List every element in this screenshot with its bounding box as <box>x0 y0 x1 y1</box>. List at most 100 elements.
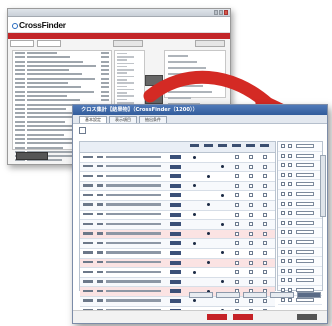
checkbox[interactable] <box>263 270 267 275</box>
option-row[interactable] <box>278 257 322 267</box>
option-row[interactable] <box>278 267 322 277</box>
option-row[interactable] <box>278 142 322 152</box>
checkbox[interactable] <box>288 163 292 168</box>
selected-radio-icon[interactable] <box>207 203 210 207</box>
header-button[interactable] <box>190 143 199 147</box>
dropdown[interactable] <box>296 230 314 235</box>
checkbox[interactable] <box>249 279 253 284</box>
checkbox[interactable] <box>235 260 239 265</box>
option-row[interactable] <box>278 180 322 190</box>
selected-radio-icon[interactable] <box>207 232 210 236</box>
checkbox[interactable] <box>235 164 239 169</box>
header-button[interactable] <box>218 143 227 147</box>
checkbox[interactable] <box>281 259 285 264</box>
checkbox[interactable] <box>288 249 292 254</box>
checkbox[interactable] <box>249 222 253 227</box>
checkbox[interactable] <box>281 220 285 225</box>
checkbox[interactable] <box>263 155 267 159</box>
option-row[interactable] <box>278 152 322 162</box>
selected-radio-icon[interactable] <box>193 299 196 303</box>
row-button[interactable] <box>170 164 181 169</box>
checkbox[interactable] <box>249 250 253 255</box>
checkbox[interactable] <box>235 250 239 255</box>
row-button[interactable] <box>170 155 181 159</box>
checkbox[interactable] <box>281 268 285 273</box>
checkbox[interactable] <box>263 279 267 284</box>
checkbox[interactable] <box>263 174 267 179</box>
selected-radio-icon[interactable] <box>193 155 196 159</box>
tab-display-items[interactable]: 表示項目 <box>109 116 137 123</box>
checkbox[interactable] <box>281 191 285 196</box>
row-button[interactable] <box>170 270 181 275</box>
checkbox[interactable] <box>235 222 239 227</box>
option-row[interactable] <box>278 200 322 210</box>
checkbox[interactable] <box>235 231 239 236</box>
dropdown[interactable] <box>296 172 314 177</box>
checkbox[interactable] <box>249 193 253 198</box>
option-row[interactable] <box>278 209 322 219</box>
apply-button[interactable] <box>233 314 253 320</box>
footer-button[interactable] <box>270 292 294 298</box>
checkbox[interactable] <box>249 155 253 159</box>
checkbox[interactable] <box>235 193 239 198</box>
selected-radio-icon[interactable] <box>221 193 224 197</box>
checkbox[interactable] <box>288 278 292 283</box>
tab-filter-conditions[interactable]: 抽出条件 <box>139 116 167 123</box>
selected-radio-icon[interactable] <box>221 251 224 255</box>
checkbox[interactable] <box>281 278 285 283</box>
header-button[interactable] <box>260 143 269 147</box>
row-button[interactable] <box>170 212 181 217</box>
option-row[interactable] <box>278 161 322 171</box>
selected-radio-icon[interactable] <box>221 165 224 169</box>
checkbox[interactable] <box>249 202 253 207</box>
selected-radio-icon[interactable] <box>193 184 196 188</box>
dropdown[interactable] <box>296 259 314 264</box>
table-row[interactable] <box>80 200 275 211</box>
row-button[interactable] <box>170 222 181 227</box>
option-row[interactable] <box>278 190 322 200</box>
selected-radio-icon[interactable] <box>221 222 224 226</box>
checkbox[interactable] <box>263 193 267 198</box>
checkbox[interactable] <box>249 270 253 275</box>
header-button[interactable] <box>204 143 213 147</box>
selected-radio-icon[interactable] <box>193 241 196 245</box>
checkbox[interactable] <box>288 153 292 158</box>
checkbox[interactable] <box>281 230 285 235</box>
tab-basic-settings[interactable]: 基本設定 <box>79 116 107 123</box>
checkbox[interactable] <box>281 144 285 148</box>
checkbox[interactable] <box>288 268 292 273</box>
checkbox[interactable] <box>263 212 267 217</box>
ok-button[interactable] <box>207 314 227 320</box>
row-button[interactable] <box>170 241 181 246</box>
selected-radio-icon[interactable] <box>221 280 224 284</box>
dropdown[interactable] <box>296 268 314 273</box>
table-row[interactable] <box>80 153 275 163</box>
checkbox[interactable] <box>249 164 253 169</box>
close-button[interactable] <box>297 314 317 320</box>
row-button[interactable] <box>170 174 181 179</box>
checkbox[interactable] <box>281 153 285 158</box>
checkbox[interactable] <box>288 201 292 206</box>
row-button[interactable] <box>170 202 181 207</box>
checkbox[interactable] <box>288 239 292 244</box>
table-row[interactable] <box>80 229 275 240</box>
dropdown[interactable] <box>296 220 314 225</box>
header-button[interactable] <box>246 143 255 147</box>
checkbox[interactable] <box>288 259 292 264</box>
selected-radio-icon[interactable] <box>207 174 210 178</box>
checkbox[interactable] <box>281 239 285 244</box>
dropdown[interactable] <box>296 182 314 187</box>
option-row[interactable] <box>278 219 322 229</box>
checkbox[interactable] <box>235 298 239 303</box>
table-row[interactable] <box>80 268 275 278</box>
checkbox[interactable] <box>263 164 267 169</box>
table-row[interactable] <box>80 181 275 192</box>
selected-radio-icon[interactable] <box>207 261 210 265</box>
footer-button[interactable] <box>216 292 240 298</box>
checkbox[interactable] <box>288 230 292 235</box>
checkbox[interactable] <box>235 279 239 284</box>
option-row[interactable] <box>278 228 322 238</box>
footer-button[interactable] <box>243 292 267 298</box>
option-row[interactable] <box>278 248 322 258</box>
row-button[interactable] <box>170 298 181 303</box>
